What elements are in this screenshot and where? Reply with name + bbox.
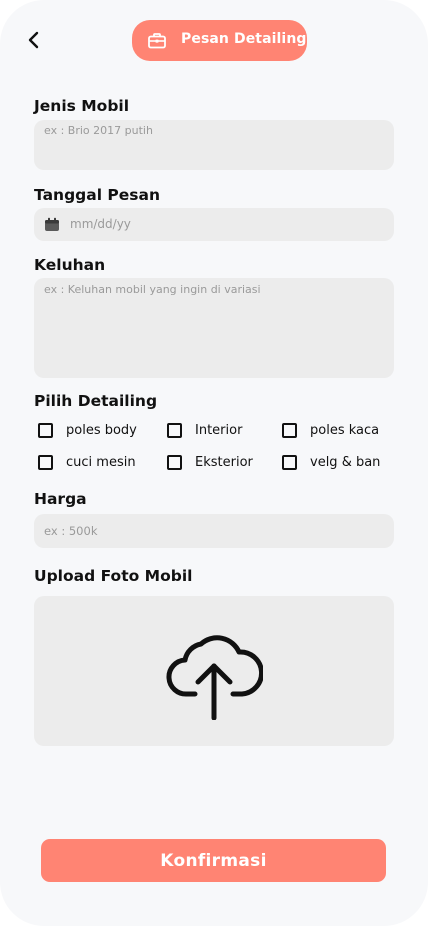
detailing-options-row-1: poles body Interior poles kaca (34, 423, 394, 443)
checkbox-cuci-mesin[interactable]: cuci mesin (38, 455, 136, 470)
checkbox-box[interactable] (38, 423, 53, 438)
tanggal-pesan-input[interactable]: mm/dd/yy (34, 208, 394, 241)
calendar-icon (45, 217, 59, 231)
harga-label: Harga (34, 490, 87, 508)
checkbox-velg-ban[interactable]: velg & ban (282, 455, 380, 470)
harga-input[interactable]: ex : 500k (34, 514, 394, 548)
checkbox-label: Interior (195, 423, 243, 438)
page-title-badge: Pesan Detailing (132, 20, 307, 61)
back-button[interactable] (22, 28, 46, 52)
checkbox-label: cuci mesin (66, 455, 136, 470)
checkbox-box[interactable] (167, 455, 182, 470)
upload-photo-dropzone[interactable] (34, 596, 394, 746)
tanggal-pesan-label: Tanggal Pesan (34, 186, 161, 204)
page-title: Pesan Detailing (181, 31, 307, 47)
checkbox-poles-body[interactable]: poles body (38, 423, 137, 438)
checkbox-box[interactable] (167, 423, 182, 438)
checkbox-box[interactable] (282, 423, 297, 438)
checkbox-box[interactable] (38, 455, 53, 470)
app-screen: Pesan Detailing Jenis Mobil ex : Brio 20… (0, 0, 428, 926)
chevron-left-icon (28, 31, 39, 49)
cloud-upload-icon (166, 635, 263, 720)
checkbox-label: poles body (66, 423, 137, 438)
checkbox-eksterior[interactable]: Eksterior (167, 455, 253, 470)
keluhan-label: Keluhan (34, 256, 106, 274)
checkbox-label: velg & ban (310, 455, 381, 470)
tanggal-pesan-placeholder: mm/dd/yy (70, 217, 131, 231)
jenis-mobil-label: Jenis Mobil (34, 97, 130, 115)
keluhan-textarea[interactable]: ex : Keluhan mobil yang ingin di variasi (34, 278, 394, 378)
briefcase-icon (148, 33, 166, 49)
pilih-detailing-label: Pilih Detailing (34, 392, 158, 410)
konfirmasi-button[interactable]: Konfirmasi (41, 839, 386, 882)
checkbox-label: Eksterior (195, 455, 253, 470)
upload-foto-label: Upload Foto Mobil (34, 567, 193, 585)
checkbox-poles-kaca[interactable]: poles kaca (282, 423, 379, 438)
keluhan-placeholder: ex : Keluhan mobil yang ingin di variasi (44, 283, 261, 296)
checkbox-label: poles kaca (310, 423, 380, 438)
checkbox-box[interactable] (282, 455, 297, 470)
checkbox-interior[interactable]: Interior (167, 423, 242, 438)
harga-placeholder: ex : 500k (44, 524, 98, 538)
detailing-options-row-2: cuci mesin Eksterior velg & ban (34, 455, 394, 475)
jenis-mobil-placeholder: ex : Brio 2017 putih (44, 124, 153, 137)
jenis-mobil-input[interactable]: ex : Brio 2017 putih (34, 120, 394, 170)
